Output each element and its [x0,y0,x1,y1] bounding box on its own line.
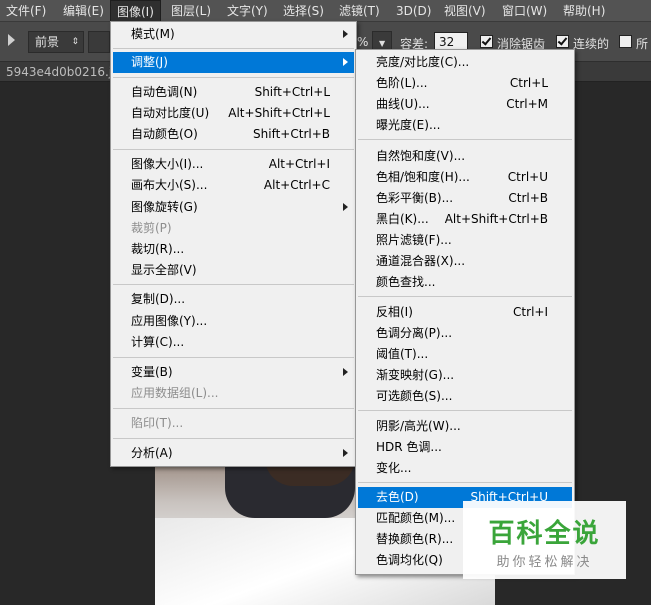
chevron-down-icon: ▼ [379,39,386,48]
updown-icon: ⇕ [71,37,79,47]
contiguous-checkbox[interactable] [556,35,569,48]
opacity-percent: % [357,35,369,49]
fill-source-select[interactable]: 前景 ⇕ [28,31,84,53]
submenu-arrow-icon [343,368,348,376]
adjust-item-channel-mixer[interactable]: 通道混合器(X)... [358,251,572,272]
submenu-arrow-icon [343,203,348,211]
menu-item-canvas-size[interactable]: 画布大小(S)... Alt+Ctrl+C [113,175,354,196]
menu-item-auto-tone[interactable]: 自动色调(N) Shift+Ctrl+L [113,82,354,103]
adjust-item-hue-saturation[interactable]: 色相/饱和度(H)... Ctrl+U [358,167,572,188]
menu-item-auto-color[interactable]: 自动颜色(O) Shift+Ctrl+B [113,124,354,145]
menu-file[interactable]: 文件(F) [0,0,52,22]
check-icon [557,35,568,46]
adjust-item-hdr-toning[interactable]: HDR 色调... [358,437,572,458]
menu-item-image-rotation[interactable]: 图像旋转(G) [113,197,354,218]
adjust-item-black-white[interactable]: 黑白(K)... Alt+Shift+Ctrl+B [358,209,572,230]
adjust-item-exposure[interactable]: 曝光度(E)... [358,115,572,136]
menu-window[interactable]: 窗口(W) [496,0,553,22]
menu-item-image-size[interactable]: 图像大小(I)... Alt+Ctrl+I [113,154,354,175]
submenu-arrow-icon [343,449,348,457]
menu-item-calculations[interactable]: 计算(C)... [113,332,354,353]
menu-help[interactable]: 帮助(H) [557,0,611,22]
adjust-item-color-lookup[interactable]: 颜色查找... [358,272,572,293]
watermark-logo: 百科全说 助你轻松解决 [463,501,626,579]
document-tab[interactable]: 5943e4d0b0216.jp [6,65,120,79]
all-layers-label: 所 [636,37,649,51]
menu-item-mode[interactable]: 模式(M) [113,24,354,45]
menu-item-duplicate[interactable]: 复制(D)... [113,289,354,310]
contiguous-label: 连续的 [573,37,610,51]
image-menu: 模式(M) 调整(J) 自动色调(N) Shift+Ctrl+L 自动对比度(U)… [110,21,357,467]
fill-source-value: 前景 [35,35,60,49]
adjust-item-shadows-highlights[interactable]: 阴影/高光(W)... [358,416,572,437]
pattern-select[interactable] [88,31,110,53]
menu-item-trap: 陷印(T)... [131,416,184,430]
menu-view[interactable]: 视图(V) [438,0,492,22]
menu-item-reveal-all[interactable]: 显示全部(V) [113,260,354,281]
menu-item-auto-contrast[interactable]: 自动对比度(U) Alt+Shift+Ctrl+L [113,103,354,124]
menu-item-apply-image[interactable]: 应用图像(Y)... [113,311,354,332]
adjustments-submenu: 亮度/对比度(C)... 色阶(L)... Ctrl+L 曲线(U)... Ctrl… [355,49,575,575]
watermark-subtitle: 助你轻松解决 [496,555,593,570]
adjust-item-posterize[interactable]: 色调分离(P)... [358,323,572,344]
menu-item-analysis[interactable]: 分析(A) [113,443,354,464]
menu-item-trim[interactable]: 裁切(R)... [113,239,354,260]
menu-3d[interactable]: 3D(D) [390,0,437,22]
adjust-item-levels[interactable]: 色阶(L)... Ctrl+L [358,73,572,94]
adjust-item-gradient-map[interactable]: 渐变映射(G)... [358,365,572,386]
menu-item-crop: 裁剪(P) [131,221,172,235]
menu-edit[interactable]: 编辑(E) [57,0,110,22]
adjust-item-curves[interactable]: 曲线(U)... Ctrl+M [358,94,572,115]
menu-item-adjustments[interactable]: 调整(J) [113,52,354,73]
menu-layer[interactable]: 图层(L) [165,0,217,22]
adjust-item-threshold[interactable]: 阈值(T)... [358,344,572,365]
menu-item-variables[interactable]: 变量(B) [113,362,354,383]
antialias-checkbox[interactable] [480,35,493,48]
tool-preset-icon[interactable] [8,34,15,46]
adjust-item-variations[interactable]: 变化... [358,458,572,479]
menu-item-apply-data-set: 应用数据组(L)... [131,386,219,400]
adjust-item-selective-color[interactable]: 可选颜色(S)... [358,386,572,407]
adjust-item-photo-filter[interactable]: 照片滤镜(F)... [358,230,572,251]
check-icon [481,35,492,46]
all-layers-checkbox[interactable] [619,35,632,48]
adjust-item-vibrance[interactable]: 自然饱和度(V)... [358,146,572,167]
menu-bar: 文件(F) 编辑(E) 图像(I) 图层(L) 文字(Y) 选择(S) 滤镜(T… [0,0,651,22]
adjust-item-color-balance[interactable]: 色彩平衡(B)... Ctrl+B [358,188,572,209]
submenu-arrow-icon [343,58,348,66]
adjust-item-brightness-contrast[interactable]: 亮度/对比度(C)... [358,52,572,73]
adjust-item-invert[interactable]: 反相(I) Ctrl+I [358,302,572,323]
submenu-arrow-icon [343,30,348,38]
watermark-title: 百科全说 [488,519,601,549]
menu-filter[interactable]: 滤镜(T) [333,0,386,22]
menu-image[interactable]: 图像(I) [110,0,161,22]
menu-type[interactable]: 文字(Y) [221,0,274,22]
menu-select[interactable]: 选择(S) [277,0,330,22]
